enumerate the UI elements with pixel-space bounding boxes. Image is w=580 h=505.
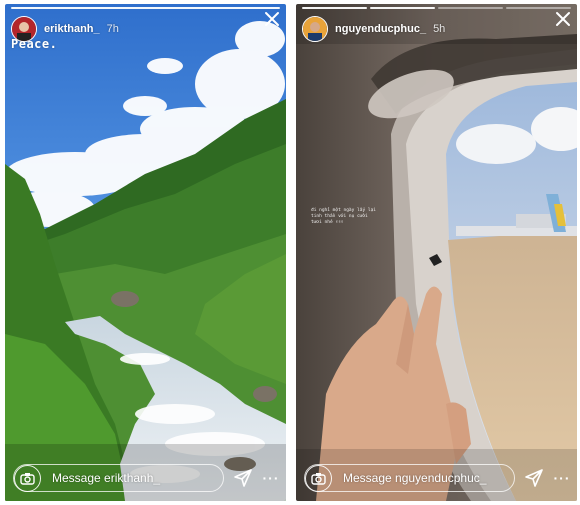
story-timestamp: 5h <box>433 23 446 35</box>
story-username[interactable]: nguyenducphuc_ <box>335 23 426 35</box>
story-header: nguyenducphuc_ 5h <box>302 14 571 44</box>
progress-segment <box>11 7 280 9</box>
progress-segment <box>302 7 367 9</box>
story-erikthanh[interactable]: erikthanh_ 7h Peace. Message erikthanh_ … <box>5 4 286 501</box>
close-icon[interactable] <box>262 9 282 29</box>
progress-segment <box>370 7 435 9</box>
message-input[interactable]: Message nguyenducphuc_ <box>304 464 515 492</box>
message-input[interactable]: Message erikthanh_ <box>13 464 224 492</box>
story-reply-bar: Message erikthanh_ ··· <box>11 463 280 493</box>
close-icon[interactable] <box>553 9 573 29</box>
send-icon[interactable] <box>232 467 254 489</box>
story-photo-airplane-window <box>296 4 577 501</box>
camera-icon[interactable] <box>14 464 41 492</box>
story-caption: Peace. <box>11 37 58 51</box>
more-options-icon[interactable]: ··· <box>553 470 571 486</box>
story-nguyenducphuc[interactable]: nguyenducphuc_ 5h đi nghỉ một ngày lấy l… <box>296 4 577 501</box>
story-username[interactable]: erikthanh_ <box>44 23 100 35</box>
send-icon[interactable] <box>523 467 545 489</box>
avatar[interactable] <box>302 16 328 42</box>
more-options-icon[interactable]: ··· <box>262 470 280 486</box>
story-progress-bar <box>302 7 571 9</box>
story-text-sticker: đi nghỉ một ngày lấy lại tinh thần với n… <box>311 208 377 225</box>
camera-icon[interactable] <box>305 464 332 492</box>
story-timestamp: 7h <box>106 23 119 35</box>
story-photo-forest-river <box>5 4 286 501</box>
progress-segment <box>438 7 503 9</box>
story-progress-bar <box>11 7 280 9</box>
story-reply-bar: Message nguyenducphuc_ ··· <box>302 463 571 493</box>
